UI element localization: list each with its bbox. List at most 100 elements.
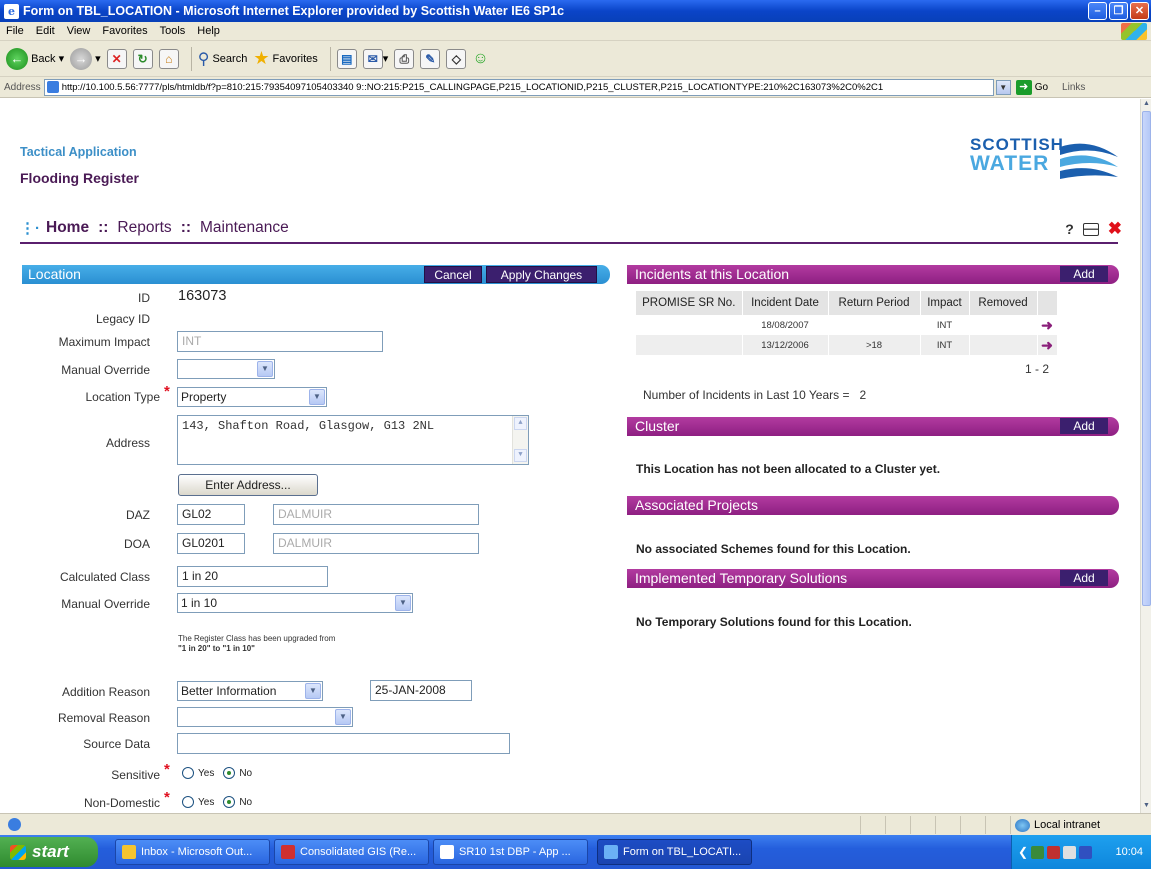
page-scrollbar[interactable]: ▲ ▼	[1140, 99, 1151, 813]
source-data-field[interactable]	[177, 733, 510, 754]
nav-maintenance[interactable]: Maintenance	[200, 219, 289, 237]
stop-button[interactable]: ✕	[106, 45, 127, 73]
table-row[interactable]: 18/08/2007 INT ➜	[636, 315, 1058, 335]
add-cluster-button[interactable]: Add	[1060, 418, 1108, 434]
chevron-down-icon: ▼	[305, 683, 321, 699]
location-type-select[interactable]: Property ▼	[177, 387, 327, 407]
links-button[interactable]: Links	[1062, 82, 1085, 93]
task-ie[interactable]: Form on TBL_LOCATI...	[597, 839, 752, 865]
enter-address-button[interactable]: Enter Address...	[178, 474, 318, 496]
cancel-button[interactable]: Cancel	[424, 266, 482, 283]
search-button[interactable]: ⚲ Search	[198, 45, 248, 73]
mail-button[interactable]: ✉ ▾	[362, 45, 388, 73]
note-line1: The Register Class has been upgraded fro…	[178, 634, 336, 643]
task-label: Form on TBL_LOCATI...	[623, 846, 742, 858]
col-sr-no[interactable]: PROMISE SR No.	[636, 291, 743, 315]
scroll-up-icon[interactable]: ▲	[514, 417, 527, 430]
menu-favorites[interactable]: Favorites	[102, 25, 147, 37]
minimize-button[interactable]: –	[1088, 2, 1107, 20]
addition-date-field[interactable]: 25-JAN-2008	[370, 680, 472, 701]
address-textarea[interactable]: 143, Shafton Road, Glasgow, G13 2NL ▲ ▼	[177, 415, 529, 465]
maximum-impact-field[interactable]: INT	[177, 331, 383, 352]
scroll-down-icon[interactable]: ▼	[514, 449, 527, 462]
daz-code-field[interactable]: GL02	[177, 504, 245, 525]
daz-name-field[interactable]: DALMUIR	[273, 504, 479, 525]
windows-logo-icon	[1121, 23, 1147, 40]
help-icon[interactable]: ?	[1065, 221, 1074, 237]
sensitive-yes-label: Yes	[198, 767, 215, 779]
doa-code-field[interactable]: GL0201	[177, 533, 245, 554]
add-temp-solution-button[interactable]: Add	[1060, 570, 1108, 586]
tray-expand-icon[interactable]: ❮	[1018, 845, 1028, 859]
table-row[interactable]: 13/12/2006 >18 INT ➜	[636, 335, 1058, 355]
nav-home[interactable]: Home	[46, 219, 89, 237]
scroll-thumb[interactable]	[1142, 111, 1151, 606]
addition-reason-select[interactable]: Better Information ▼	[177, 681, 323, 701]
edit-button[interactable]: ✎	[420, 45, 441, 73]
address-scrollbar[interactable]: ▲ ▼	[512, 416, 528, 464]
tray-security-icon[interactable]	[1047, 845, 1061, 859]
media-icon: ▤	[336, 48, 357, 69]
sensitive-radio-group: Yes No	[182, 767, 252, 779]
non-domestic-yes-radio[interactable]	[182, 796, 194, 808]
address-input[interactable]: http://10.100.5.56:7777/pls/htmldb/f?p=8…	[43, 78, 994, 96]
close-window-button[interactable]: ✕	[1130, 2, 1149, 20]
media-button[interactable]: ▤	[336, 45, 357, 73]
menu-view[interactable]: View	[67, 25, 91, 37]
menu-file[interactable]: File	[6, 25, 24, 37]
col-incident-date[interactable]: Incident Date	[742, 291, 829, 315]
doa-name-field[interactable]: DALMUIR	[273, 533, 479, 554]
security-zone: Local intranet	[1010, 816, 1100, 834]
scroll-up-icon[interactable]: ▲	[1142, 100, 1151, 110]
discuss-button[interactable]: ◇	[446, 45, 467, 73]
refresh-button[interactable]: ↻	[132, 45, 153, 73]
start-button[interactable]: start	[0, 837, 98, 867]
go-label: Go	[1034, 81, 1049, 93]
print-button[interactable]: ⎙	[394, 45, 415, 73]
add-incident-button[interactable]: Add	[1060, 266, 1108, 282]
tray-volume-icon[interactable]	[1063, 845, 1077, 859]
non-domestic-no-radio[interactable]	[223, 796, 236, 808]
forward-button[interactable]: → ▾	[70, 45, 101, 73]
tray-app-icon[interactable]	[1079, 845, 1093, 859]
col-impact[interactable]: Impact	[920, 291, 970, 315]
home-browser-button[interactable]: ⌂	[158, 45, 179, 73]
menu-help[interactable]: Help	[197, 25, 220, 37]
required-asterisk: *	[164, 761, 170, 778]
task-outlook[interactable]: Inbox - Microsoft Out...	[115, 839, 270, 865]
non-domestic-yes-label: Yes	[198, 796, 215, 808]
favorites-button[interactable]: ★ Favorites	[253, 45, 317, 73]
manual-override-class-select[interactable]: 1 in 10 ▼	[177, 593, 413, 613]
removal-reason-select[interactable]: ▼	[177, 707, 353, 727]
nav-reports[interactable]: Reports	[117, 219, 171, 237]
scroll-down-icon[interactable]: ▼	[1142, 802, 1151, 812]
id-value: 163073	[178, 288, 227, 304]
manual-override-select[interactable]: ▼	[177, 359, 275, 379]
printer-icon[interactable]	[1082, 222, 1099, 236]
row-link-arrow-icon[interactable]: ➜	[1041, 317, 1053, 333]
status-cell	[910, 816, 935, 834]
col-return-period[interactable]: Return Period	[828, 291, 921, 315]
task-gis[interactable]: Consolidated GIS (Re...	[274, 839, 429, 865]
menu-tools[interactable]: Tools	[160, 25, 186, 37]
incident-count-value: 2	[859, 388, 867, 402]
apply-changes-button[interactable]: Apply Changes	[486, 266, 597, 283]
address-dropdown-icon[interactable]: ▼	[995, 79, 1011, 95]
back-arrow-icon: ←	[6, 47, 28, 70]
close-page-icon[interactable]: ✖	[1108, 219, 1122, 239]
tray-network-icon[interactable]	[1031, 845, 1045, 859]
go-button[interactable]: ➜ Go	[1015, 79, 1049, 95]
row-link-arrow-icon[interactable]: ➜	[1041, 337, 1053, 353]
sensitive-no-radio[interactable]	[223, 767, 236, 779]
menu-edit[interactable]: Edit	[36, 25, 55, 37]
messenger-button[interactable]: ☺	[472, 45, 488, 73]
cell-sr	[636, 315, 743, 335]
sensitive-yes-radio[interactable]	[182, 767, 194, 779]
cell-impact: INT	[920, 315, 970, 335]
maximize-button[interactable]: ❐	[1109, 2, 1128, 20]
task-word[interactable]: SR10 1st DBP - App ...	[433, 839, 588, 865]
location-type-value: Property	[181, 390, 227, 404]
back-button[interactable]: ← Back ▾	[6, 45, 64, 73]
col-removed[interactable]: Removed	[969, 291, 1038, 315]
calculated-class-field[interactable]: 1 in 20	[177, 566, 328, 587]
